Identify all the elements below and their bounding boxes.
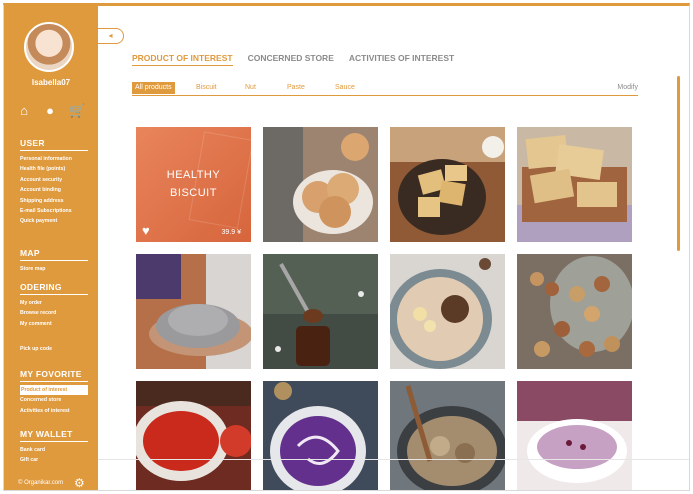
main-tabs: PRODUCT OF INTEREST CONCERNED STORE ACTI…	[132, 53, 454, 66]
map-section: MAP Store map	[20, 248, 88, 274]
sidebar: Isabella07 ⌂ ● 🛒 USER Personal informati…	[4, 6, 98, 490]
scrollbar[interactable]	[677, 76, 680, 251]
product-card[interactable]	[517, 127, 632, 242]
tab-concerned-store[interactable]: CONCERNED STORE	[248, 53, 334, 66]
filter-paste[interactable]: Paste	[287, 82, 305, 94]
product-card[interactable]	[136, 254, 251, 369]
sidebar-item-personal-information[interactable]: Personal information	[20, 154, 88, 164]
product-card[interactable]	[263, 254, 378, 369]
section-title-user: USER	[20, 138, 88, 151]
tab-activities-of-interest[interactable]: ACTIVITIES OF INTEREST	[349, 53, 454, 66]
gear-icon[interactable]: ⚙	[74, 476, 85, 490]
grain-powder-image	[136, 254, 251, 369]
quick-icons: ⌂ ● 🛒	[17, 104, 85, 118]
tab-product-of-interest[interactable]: PRODUCT OF INTEREST	[132, 53, 233, 66]
nut-porridge-image	[390, 254, 505, 369]
product-card[interactable]	[263, 381, 378, 490]
spoon-sauce-image	[263, 254, 378, 369]
sidebar-item-concerned-store[interactable]: Concerned store	[20, 395, 88, 405]
user-icon[interactable]: ●	[43, 104, 57, 118]
product-card[interactable]	[390, 381, 505, 490]
featured-title-line1: HEALTHY	[166, 169, 221, 181]
sidebar-item-account-binding[interactable]: Account binding	[20, 185, 88, 195]
grain-bowl-image	[390, 381, 505, 490]
filter-nut[interactable]: Nut	[245, 82, 256, 94]
section-title-favorite: MY FOVORITE	[20, 369, 88, 382]
user-section: USER Personal information Health file (p…	[20, 138, 88, 227]
home-icon[interactable]: ⌂	[17, 104, 31, 118]
app-frame: Isabella07 ⌂ ● 🛒 USER Personal informati…	[3, 3, 690, 491]
section-title-wallet: MY WALLET	[20, 429, 88, 442]
product-card[interactable]	[390, 127, 505, 242]
sidebar-item-account-security[interactable]: Account security	[20, 175, 88, 185]
sidebar-item-bank-card[interactable]: Bank card	[20, 445, 88, 455]
product-card[interactable]	[517, 254, 632, 369]
sidebar-item-store-map[interactable]: Store map	[20, 264, 88, 274]
sidebar-item-pickup-code[interactable]: Pick up code	[20, 346, 52, 352]
category-filter-bar: All products Biscuit Nut Paste Sauce Mod…	[132, 82, 638, 96]
product-card[interactable]	[263, 127, 378, 242]
content-divider	[98, 459, 689, 460]
featured-title-line2: BISCUIT	[170, 187, 217, 199]
username: Isabella07	[31, 78, 71, 87]
mixed-nuts-jar-image	[517, 254, 632, 369]
product-card-featured[interactable]: HEALTHY BISCUIT ♥ 39.9 ¥	[136, 127, 251, 242]
sidebar-item-gift-card[interactable]: Gift car	[20, 455, 88, 465]
section-title-map: MAP	[20, 248, 88, 261]
filter-sauce[interactable]: Sauce	[335, 82, 355, 94]
wallet-section: MY WALLET Bank card Gift car	[20, 429, 88, 466]
sidebar-item-health-file[interactable]: Health file (points)	[20, 164, 88, 174]
brand-footer: © Organikar.com	[18, 480, 64, 486]
sidebar-item-email-subscriptions[interactable]: E-mail Subscriptions	[20, 206, 88, 216]
heart-icon[interactable]: ♥	[142, 223, 150, 238]
cart-icon[interactable]: 🛒	[69, 104, 85, 118]
avatar[interactable]	[24, 22, 74, 72]
favorite-section: MY FOVORITE Product of interest Concerne…	[20, 369, 88, 416]
sidebar-item-product-of-interest[interactable]: Product of interest	[20, 385, 88, 396]
square-crackers-image	[390, 127, 505, 242]
berry-yogurt-image	[517, 381, 632, 490]
sidebar-item-activities-of-interest[interactable]: Activities of interest	[20, 406, 88, 416]
sidebar-item-shipping-address[interactable]: Shipping address	[20, 196, 88, 206]
round-cookies-image	[263, 127, 378, 242]
product-card[interactable]	[136, 381, 251, 490]
sidebar-item-my-order[interactable]: My order	[20, 298, 88, 308]
filter-all-products[interactable]: All products	[132, 82, 175, 94]
ordering-section: ODERING My order Browse record My commen…	[20, 282, 88, 329]
sidebar-item-quick-payment[interactable]: Quick payment	[20, 216, 88, 226]
price-label: 39.9 ¥	[221, 229, 241, 236]
product-card[interactable]	[517, 381, 632, 490]
back-button[interactable]: ◂	[98, 28, 124, 44]
sidebar-item-browse-record[interactable]: Browse record	[20, 308, 88, 318]
section-title-ordering: ODERING	[20, 282, 88, 295]
thin-crackers-image	[517, 127, 632, 242]
filter-biscuit[interactable]: Biscuit	[196, 82, 217, 94]
product-card[interactable]	[390, 254, 505, 369]
sidebar-item-my-comment[interactable]: My comment	[20, 319, 88, 329]
tomato-paste-image	[136, 381, 251, 490]
purple-soup-image	[263, 381, 378, 490]
modify-button[interactable]: Modify	[617, 82, 638, 94]
